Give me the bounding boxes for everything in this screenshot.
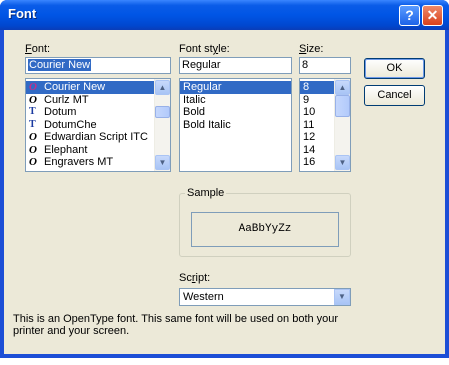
font-label: Font: <box>25 43 51 55</box>
title-bar[interactable]: Font ? ✕ <box>0 0 449 30</box>
font-style-label: Font style: <box>179 43 230 55</box>
font-style-list[interactable]: Regular Italic Bold Bold Italic <box>179 78 292 172</box>
font-style-item[interactable]: Italic <box>180 94 291 107</box>
opentype-font-icon: O <box>29 81 37 93</box>
script-label: Script: <box>179 272 210 284</box>
font-style-label-text: Font style: <box>179 43 230 55</box>
scrollbar-thumb[interactable] <box>335 95 350 117</box>
font-list-item[interactable]: O Elephant <box>26 143 170 157</box>
help-icon: ? <box>405 7 414 23</box>
script-label-text: Script: <box>179 272 211 284</box>
font-style-value: Regular <box>182 59 221 71</box>
size-item[interactable]: 16 <box>300 156 334 169</box>
dialog-body: Font: Courier New O Courier New O Curlz MT T… <box>4 30 445 354</box>
font-name-items: O Courier New O Curlz MT T Dotum T DotumChe O Edw… <box>26 81 170 169</box>
font-list-item-label: DotumChe <box>44 118 97 131</box>
font-list-item-label: Elephant <box>44 143 88 156</box>
help-button[interactable]: ? <box>399 5 420 26</box>
size-list-scrollbar[interactable]: ▲ ▼ <box>334 79 350 171</box>
scrollbar-thumb[interactable] <box>155 106 170 118</box>
size-item[interactable]: 11 <box>300 119 334 132</box>
font-name-input[interactable]: Courier New <box>25 57 171 74</box>
size-label: Size: <box>299 43 324 55</box>
sample-label: Sample <box>185 187 227 199</box>
opentype-font-icon: O <box>29 143 37 156</box>
scroll-up-arrow-icon[interactable]: ▲ <box>335 80 350 95</box>
font-name-value: Courier New <box>28 59 92 71</box>
font-dialog: Font ? ✕ Font: Courier New O Courier New O… <box>0 0 449 358</box>
size-input[interactable]: 8 <box>299 57 351 74</box>
close-icon: ✕ <box>426 7 439 23</box>
scroll-down-arrow-icon[interactable]: ▼ <box>155 155 170 170</box>
truetype-font-icon: T <box>29 118 36 130</box>
opentype-font-icon: O <box>29 131 37 143</box>
description-line-2: printer and your screen. <box>13 325 130 337</box>
close-button[interactable]: ✕ <box>422 5 443 26</box>
font-label-rest: ont: <box>31 43 51 55</box>
opentype-font-icon: O <box>29 156 37 168</box>
description-line-1: This is an OpenType font. This same font… <box>13 313 339 325</box>
font-list-item-label: Edwardian Script ITC <box>44 131 148 143</box>
sample-preview: AaBbYyZz <box>191 212 339 247</box>
font-list-item[interactable]: T DotumChe <box>26 118 170 132</box>
script-dropdown[interactable]: Western ▼ <box>179 288 351 306</box>
font-list-item[interactable]: O Engravers MT <box>26 156 170 169</box>
font-style-item[interactable]: Bold <box>180 106 291 119</box>
scroll-up-arrow-icon[interactable]: ▲ <box>155 80 170 95</box>
font-style-items: Regular Italic Bold Bold Italic <box>180 81 291 131</box>
size-value: 8 <box>302 59 309 71</box>
size-item[interactable]: 14 <box>300 144 334 157</box>
scroll-down-arrow-icon[interactable]: ▼ <box>335 155 350 170</box>
font-style-item[interactable]: Regular <box>180 81 291 94</box>
font-style-item[interactable]: Bold Italic <box>180 119 291 132</box>
font-style-input[interactable]: Regular <box>179 57 292 74</box>
size-label-rest: ize: <box>306 43 324 55</box>
font-list-item-label: Engravers MT <box>44 156 114 168</box>
font-list-item[interactable]: O Courier New <box>26 81 170 94</box>
font-list-scrollbar[interactable]: ▲ ▼ <box>154 79 170 171</box>
size-item[interactable]: 9 <box>300 94 334 107</box>
size-list[interactable]: 8 9 10 11 12 14 16 ▲ ▼ <box>299 78 351 172</box>
sample-groupbox: Sample AaBbYyZz <box>179 187 351 257</box>
font-list-item[interactable]: T Dotum <box>26 106 170 119</box>
font-list-item[interactable]: O Curlz MT <box>26 93 170 107</box>
font-list-item-label: Courier New <box>44 81 106 93</box>
script-value: Western <box>183 291 224 303</box>
opentype-font-icon: O <box>29 93 37 106</box>
cancel-button[interactable]: Cancel <box>364 85 425 106</box>
size-item[interactable]: 8 <box>300 81 334 94</box>
ok-button[interactable]: OK <box>364 58 425 79</box>
size-item[interactable]: 10 <box>300 106 334 119</box>
font-name-list[interactable]: O Courier New O Curlz MT T Dotum T DotumChe O Edw… <box>25 78 171 172</box>
truetype-font-icon: T <box>29 106 36 117</box>
font-list-item-label: Curlz MT <box>44 93 89 106</box>
chevron-down-icon[interactable]: ▼ <box>334 289 350 305</box>
font-description: This is an OpenType font. This same font… <box>13 313 338 337</box>
font-list-item[interactable]: O Edwardian Script ITC <box>26 131 170 144</box>
window-title: Font <box>8 6 37 21</box>
font-list-item-label: Dotum <box>44 106 77 118</box>
size-item[interactable]: 12 <box>300 131 334 144</box>
